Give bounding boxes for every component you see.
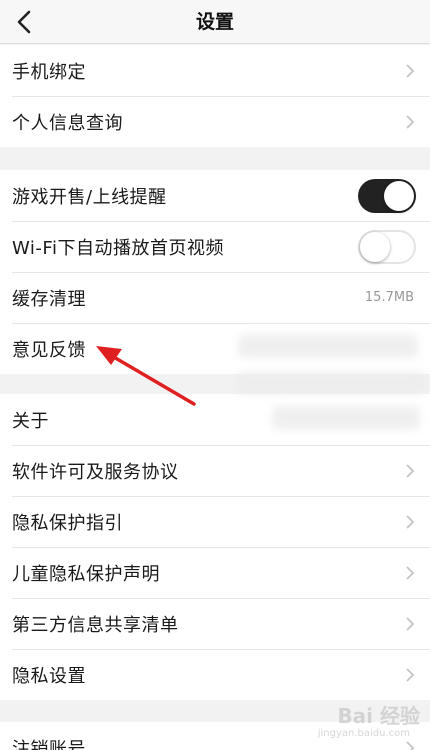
row-label: 缓存清理 <box>12 288 86 310</box>
row-label: 儿童隐私保护声明 <box>12 563 160 585</box>
about-group: 关于 软件许可及服务协议 隐私保护指引 儿童隐私保护声明 第三方信息共享清单 隐… <box>0 394 430 700</box>
watermark-url: jingyan.baidu.com <box>317 728 410 739</box>
settings-row-children-privacy[interactable]: 儿童隐私保护声明 <box>0 547 430 598</box>
row-label: 手机绑定 <box>12 61 86 83</box>
chevron-right-icon <box>404 462 416 480</box>
chevron-right-icon <box>404 62 416 80</box>
row-label: Wi-Fi下自动播放首页视频 <box>12 237 224 259</box>
settings-row-personal-info[interactable]: 个人信息查询 <box>0 96 430 147</box>
row-label: 隐私保护指引 <box>12 512 123 534</box>
watermark-logo: Bai 经验 <box>337 704 420 728</box>
chevron-right-icon <box>404 666 416 684</box>
cache-size-value: 15.7MB <box>364 290 414 305</box>
settings-row-wifi-autoplay: Wi-Fi下自动播放首页视频 <box>0 221 430 272</box>
game-reminder-toggle[interactable] <box>358 178 416 213</box>
navigation-bar: 设置 <box>0 0 430 44</box>
settings-row-phone-binding[interactable]: 手机绑定 <box>0 45 430 96</box>
settings-row-privacy-guide[interactable]: 隐私保护指引 <box>0 496 430 547</box>
toggle-knob <box>384 180 414 211</box>
chevron-right-icon <box>404 739 416 750</box>
settings-row-privacy-settings[interactable]: 隐私设置 <box>0 649 430 700</box>
redacted-area <box>238 334 418 358</box>
chevron-right-icon <box>404 113 416 131</box>
redacted-area <box>236 372 426 394</box>
row-label: 个人信息查询 <box>12 112 123 134</box>
chevron-right-icon <box>404 615 416 633</box>
settings-row-game-reminder: 游戏开售/上线提醒 <box>0 170 430 221</box>
settings-row-third-party-sharing[interactable]: 第三方信息共享清单 <box>0 598 430 649</box>
settings-row-license[interactable]: 软件许可及服务协议 <box>0 445 430 496</box>
redacted-area <box>272 406 420 430</box>
row-label: 隐私设置 <box>12 665 86 687</box>
chevron-right-icon <box>404 513 416 531</box>
row-label: 软件许可及服务协议 <box>12 461 179 483</box>
settings-row-cache-clear[interactable]: 缓存清理 15.7MB <box>0 272 430 323</box>
page-title: 设置 <box>195 11 234 33</box>
chevron-right-icon <box>404 564 416 582</box>
wifi-autoplay-toggle[interactable] <box>358 229 416 264</box>
account-group: 手机绑定 个人信息查询 <box>0 45 430 147</box>
row-label: 第三方信息共享清单 <box>12 614 179 636</box>
toggle-knob <box>360 231 390 262</box>
row-label: 游戏开售/上线提醒 <box>12 186 167 208</box>
